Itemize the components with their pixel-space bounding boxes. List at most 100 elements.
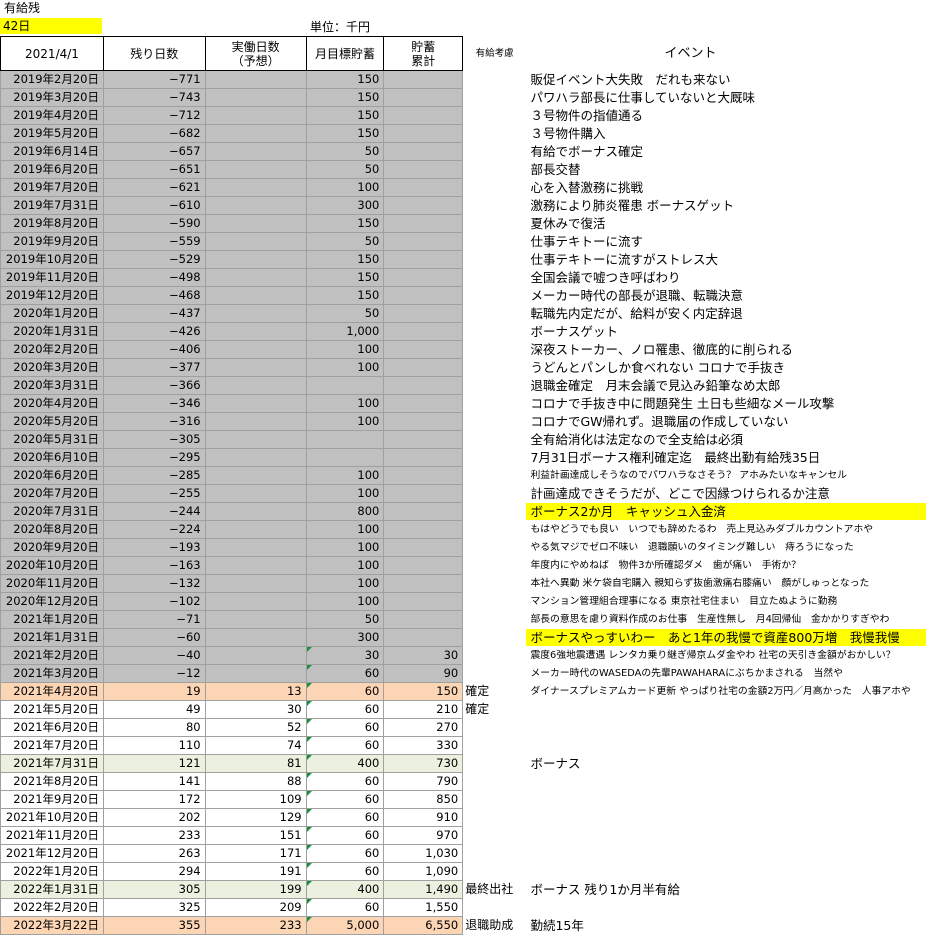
cell-event[interactable]: メーカー時代の部長が退職、転職決意: [526, 287, 930, 305]
cell-leave-note[interactable]: [463, 431, 527, 449]
cell-date[interactable]: 2020年8月20日: [0, 520, 104, 539]
cell-cumulative[interactable]: [383, 502, 464, 521]
cell-date[interactable]: 2020年3月20日: [0, 358, 104, 377]
cell-leave-note[interactable]: [463, 809, 527, 827]
cell-event[interactable]: うどんとパンしか食べれない コロナで手抜き: [526, 359, 930, 377]
cell-leave-note[interactable]: [463, 449, 527, 467]
cell-workdays[interactable]: [204, 124, 307, 143]
cell-event[interactable]: 年度内にやめねば 物件3か所確認ダメ 歯が痛い 手術か？: [526, 557, 930, 575]
cell-date[interactable]: 2021年4月20日: [0, 682, 104, 701]
cell-remaining[interactable]: −621: [102, 178, 206, 197]
cell-target[interactable]: 1,000: [305, 322, 385, 341]
cell-remaining[interactable]: −285: [102, 466, 206, 485]
cell-leave-note[interactable]: [463, 503, 527, 521]
cell-workdays[interactable]: [204, 538, 307, 557]
cell-workdays[interactable]: 199: [204, 880, 307, 899]
cell-date[interactable]: 2019年4月20日: [0, 106, 104, 125]
cell-workdays[interactable]: [204, 250, 307, 269]
cell-leave-note[interactable]: [463, 233, 527, 251]
cell-remaining[interactable]: 202: [102, 808, 206, 827]
cell-leave-note[interactable]: [463, 215, 527, 233]
cell-date[interactable]: 2019年2月20日: [0, 70, 104, 89]
cell-target[interactable]: 50: [305, 304, 385, 323]
cell-target[interactable]: 150: [305, 88, 385, 107]
cell-cumulative[interactable]: 1,030: [383, 844, 464, 863]
cell-workdays[interactable]: 109: [204, 790, 307, 809]
cell-date[interactable]: 2020年1月20日: [0, 304, 104, 323]
cell-remaining[interactable]: −406: [102, 340, 206, 359]
cell-cumulative[interactable]: 970: [383, 826, 464, 845]
cell-date[interactable]: 2020年4月20日: [0, 394, 104, 413]
cell-remaining[interactable]: −771: [102, 70, 206, 89]
cell-date[interactable]: 2021年8月20日: [0, 772, 104, 791]
cell-remaining[interactable]: −657: [102, 142, 206, 161]
cell-remaining[interactable]: −295: [102, 448, 206, 467]
cell-date[interactable]: 2019年7月31日: [0, 196, 104, 215]
cell-event[interactable]: やる気マジでゼロ不味い 退職願いのタイミング難しい 痔ろうになった: [526, 539, 930, 557]
cell-remaining[interactable]: −224: [102, 520, 206, 539]
cell-date[interactable]: 2020年3月31日: [0, 376, 104, 395]
cell-event[interactable]: ダイナースプレミアムカード更新 やっぱり社宅の金額2万円／月高かった 人事アホや: [526, 683, 930, 701]
cell-cumulative[interactable]: [383, 88, 464, 107]
cell-cumulative[interactable]: [383, 484, 464, 503]
cell-workdays[interactable]: [204, 340, 307, 359]
cell-remaining[interactable]: −316: [102, 412, 206, 431]
cell-remaining[interactable]: 80: [102, 718, 206, 737]
cell-date[interactable]: 2019年6月20日: [0, 160, 104, 179]
cell-event[interactable]: メーカー時代のWASEDAの先輩PAWAHARAにぶちかまされる 当然や: [526, 665, 930, 683]
header-target[interactable]: 月目標貯蓄: [305, 36, 385, 71]
cell-date[interactable]: 2019年9月20日: [0, 232, 104, 251]
cell-date[interactable]: 2021年3月20日: [0, 664, 104, 683]
cell-target[interactable]: 5,000: [305, 916, 385, 935]
cell-cumulative[interactable]: 6,550: [383, 916, 464, 935]
cell-date[interactable]: 2021年7月20日: [0, 736, 104, 755]
cell-workdays[interactable]: 171: [204, 844, 307, 863]
cell-event[interactable]: 本社へ異動 米ケ袋自宅購入 親知らず抜歯激痛右膝痛い 顔がしゅっとなった: [526, 575, 930, 593]
cell-cumulative[interactable]: [383, 430, 464, 449]
cell-date[interactable]: 2021年11月20日: [0, 826, 104, 845]
cell-cumulative[interactable]: [383, 574, 464, 593]
cell-leave-note[interactable]: [463, 143, 527, 161]
cell-cumulative[interactable]: [383, 610, 464, 629]
cell-cumulative[interactable]: [383, 592, 464, 611]
cell-target[interactable]: 30: [305, 646, 385, 665]
cell-workdays[interactable]: [204, 178, 307, 197]
cell-cumulative[interactable]: [383, 466, 464, 485]
cell-leave-note[interactable]: [463, 89, 527, 107]
cell-workdays[interactable]: 191: [204, 862, 307, 881]
cell-event[interactable]: [526, 809, 930, 827]
cell-leave-note[interactable]: [463, 305, 527, 323]
cell-workdays[interactable]: [204, 214, 307, 233]
cell-target[interactable]: [305, 376, 385, 395]
cell-cumulative[interactable]: [383, 556, 464, 575]
cell-leave-note[interactable]: [463, 521, 527, 539]
cell-leave-note[interactable]: [463, 197, 527, 215]
header-leave-note[interactable]: 有給考慮: [463, 37, 527, 71]
cell-target[interactable]: 100: [305, 556, 385, 575]
cell-cumulative[interactable]: 90: [383, 664, 464, 683]
cell-workdays[interactable]: [204, 286, 307, 305]
cell-date[interactable]: 2020年9月20日: [0, 538, 104, 557]
cell-date[interactable]: 2020年12月20日: [0, 592, 104, 611]
header-base-date[interactable]: 2021/4/1: [0, 36, 104, 71]
cell-date[interactable]: 2021年9月20日: [0, 790, 104, 809]
cell-event[interactable]: 仕事テキトーに流す: [526, 233, 930, 251]
cell-workdays[interactable]: [204, 502, 307, 521]
cell-workdays[interactable]: [204, 304, 307, 323]
cell-date[interactable]: 2021年1月20日: [0, 610, 104, 629]
cell-workdays[interactable]: [204, 160, 307, 179]
cell-event[interactable]: 部長交替: [526, 161, 930, 179]
cell-event[interactable]: 震度6強地震遭遇 レンタカ乗り継ぎ帰京ムダ金やわ 社宅の天引き金額がおかしい？: [526, 647, 930, 665]
cell-remaining[interactable]: −529: [102, 250, 206, 269]
cell-cumulative[interactable]: [383, 358, 464, 377]
cell-date[interactable]: 2020年11月20日: [0, 574, 104, 593]
cell-date[interactable]: 2020年6月10日: [0, 448, 104, 467]
cell-workdays[interactable]: [204, 376, 307, 395]
cell-leave-note[interactable]: [463, 467, 527, 485]
cell-leave-note[interactable]: [463, 665, 527, 683]
cell-workdays[interactable]: [204, 628, 307, 647]
cell-workdays[interactable]: [204, 322, 307, 341]
cell-leave-note[interactable]: [463, 485, 527, 503]
cell-date[interactable]: 2020年6月20日: [0, 466, 104, 485]
cell-date[interactable]: 2021年1月31日: [0, 628, 104, 647]
